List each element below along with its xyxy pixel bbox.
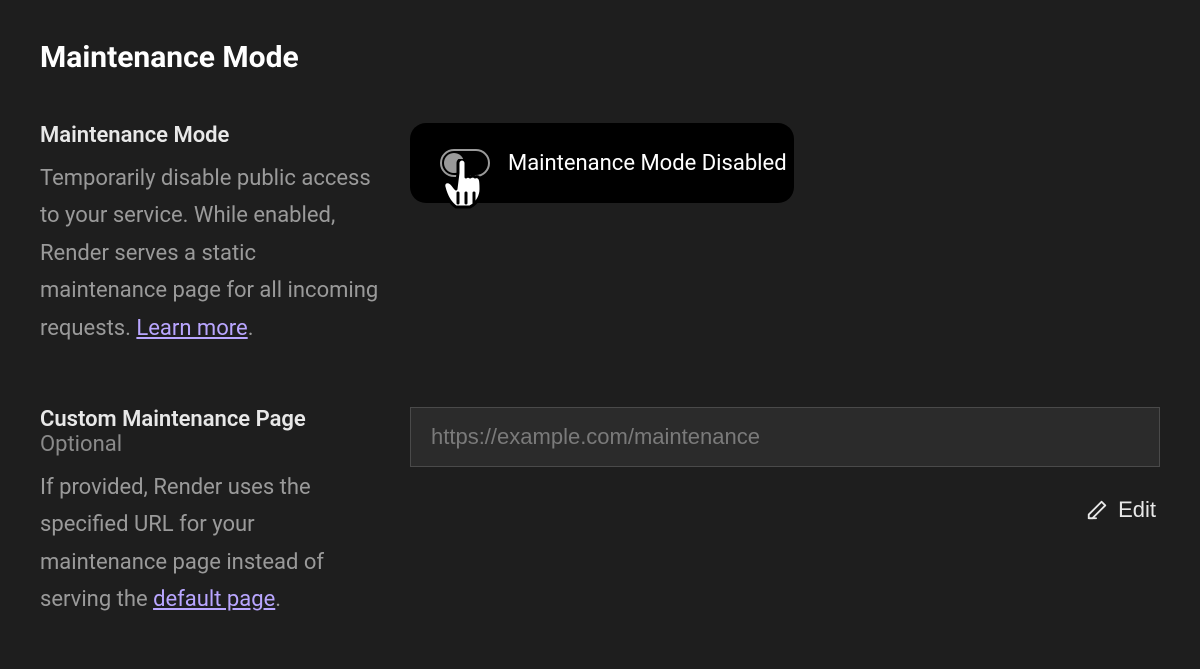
maintenance-mode-info: Maintenance Mode Temporarily disable pub… xyxy=(40,123,410,347)
maintenance-mode-control: Maintenance Mode Disabled xyxy=(410,123,1160,203)
page-title: Maintenance Mode xyxy=(40,40,1160,75)
default-page-link[interactable]: default page xyxy=(153,587,275,612)
custom-page-description: If provided, Render uses the specified U… xyxy=(40,469,380,619)
maintenance-toggle-label: Maintenance Mode Disabled xyxy=(508,151,787,176)
custom-page-desc-suffix: . xyxy=(275,587,281,612)
edit-button[interactable]: Edit xyxy=(1082,493,1160,527)
maintenance-mode-desc-text: Temporarily disable public access to you… xyxy=(40,166,378,341)
maintenance-mode-description: Temporarily disable public access to you… xyxy=(40,160,380,347)
learn-more-link[interactable]: Learn more xyxy=(136,316,247,341)
maintenance-mode-desc-suffix: . xyxy=(248,316,254,341)
custom-page-info: Custom Maintenance Page Optional If prov… xyxy=(40,407,410,619)
edit-button-label: Edit xyxy=(1118,497,1156,523)
custom-page-heading: Custom Maintenance Page Optional xyxy=(40,407,380,457)
custom-page-section: Custom Maintenance Page Optional If prov… xyxy=(40,407,1160,619)
optional-badge: Optional xyxy=(40,432,122,457)
pencil-icon xyxy=(1086,499,1108,521)
maintenance-mode-heading: Maintenance Mode xyxy=(40,123,380,148)
maintenance-url-input[interactable] xyxy=(410,407,1160,467)
toggle-thumb xyxy=(444,153,464,173)
maintenance-toggle-card: Maintenance Mode Disabled xyxy=(410,123,794,203)
maintenance-mode-section: Maintenance Mode Temporarily disable pub… xyxy=(40,123,1160,347)
maintenance-toggle[interactable] xyxy=(440,149,490,177)
custom-page-control: Edit xyxy=(410,407,1160,527)
custom-page-heading-text: Custom Maintenance Page xyxy=(40,407,306,432)
